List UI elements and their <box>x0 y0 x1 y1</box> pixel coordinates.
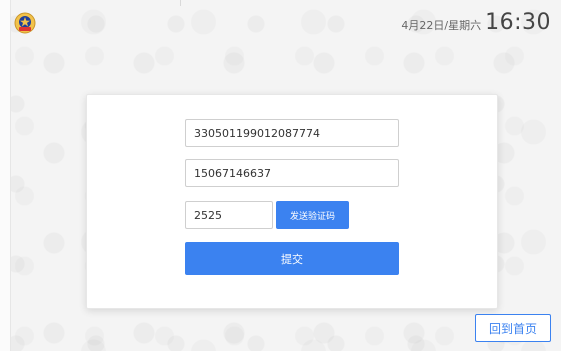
id-number-value: 330501199012087774 <box>194 126 320 140</box>
police-emblem-icon <box>14 12 36 34</box>
verification-code-field[interactable]: 2525 <box>185 201 273 229</box>
phone-field[interactable]: 15067146637 <box>185 159 399 187</box>
left-edge-bar <box>0 0 11 351</box>
time-text: 16:30 <box>485 10 551 35</box>
verification-form-card: 330501199012087774 15067146637 2525 发送验证… <box>86 94 498 309</box>
date-text: 4月22日/星期六 <box>401 19 482 32</box>
datetime-display: 4月22日/星期六 16:30 <box>401 10 551 35</box>
send-code-button[interactable]: 发送验证码 <box>276 201 349 229</box>
top-divider <box>180 0 181 6</box>
back-home-button[interactable]: 回到首页 <box>475 314 551 342</box>
verification-code-value: 2525 <box>194 208 222 222</box>
submit-button[interactable]: 提交 <box>185 242 399 275</box>
id-number-field[interactable]: 330501199012087774 <box>185 119 399 147</box>
phone-value: 15067146637 <box>194 166 271 180</box>
